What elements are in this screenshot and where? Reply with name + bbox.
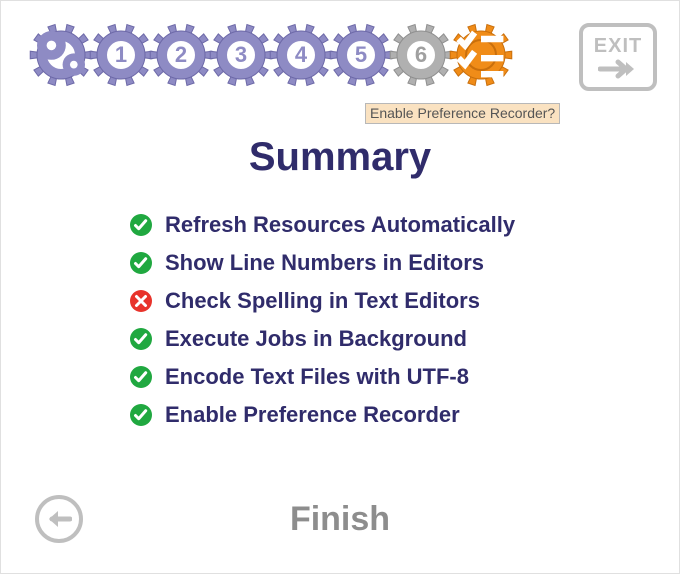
wizard-step-6[interactable]: 6 [389, 23, 453, 87]
wizard-step-5[interactable]: 5 [329, 23, 393, 87]
summary-item: Check Spelling in Text Editors [129, 282, 679, 320]
step-tooltip: Enable Preference Recorder? [365, 103, 560, 124]
wizard-step-strip: 1 2 3 4 5 6 [1, 1, 679, 87]
wizard-step-0[interactable] [29, 23, 93, 87]
exit-label: EXIT [594, 35, 642, 58]
summary-item-text: Show Line Numbers in Editors [165, 250, 484, 276]
check-circle-icon [129, 327, 153, 351]
check-circle-icon [129, 403, 153, 427]
wizard-step-7[interactable] [449, 23, 513, 87]
wizard-step-3[interactable]: 3 [209, 23, 273, 87]
check-circle-icon [129, 251, 153, 275]
summary-item-text: Check Spelling in Text Editors [165, 288, 480, 314]
summary-item-text: Encode Text Files with UTF-8 [165, 364, 469, 390]
exit-button[interactable]: EXIT [579, 23, 657, 91]
check-circle-icon [129, 365, 153, 389]
arrow-right-icon [598, 58, 638, 80]
summary-item-text: Execute Jobs in Background [165, 326, 467, 352]
wizard-step-1[interactable]: 1 [89, 23, 153, 87]
summary-item: Refresh Resources Automatically [129, 206, 679, 244]
wizard-step-4[interactable]: 4 [269, 23, 333, 87]
x-circle-icon [129, 289, 153, 313]
finish-button[interactable]: Finish [1, 500, 679, 539]
check-circle-icon [129, 213, 153, 237]
summary-item: Show Line Numbers in Editors [129, 244, 679, 282]
summary-item: Encode Text Files with UTF-8 [129, 358, 679, 396]
summary-item: Enable Preference Recorder [129, 396, 679, 434]
summary-item-text: Refresh Resources Automatically [165, 212, 515, 238]
wizard-step-2[interactable]: 2 [149, 23, 213, 87]
summary-item-text: Enable Preference Recorder [165, 402, 460, 428]
summary-list: Refresh Resources Automatically Show Lin… [129, 206, 679, 434]
page-title: Summary [1, 135, 679, 180]
summary-item: Execute Jobs in Background [129, 320, 679, 358]
